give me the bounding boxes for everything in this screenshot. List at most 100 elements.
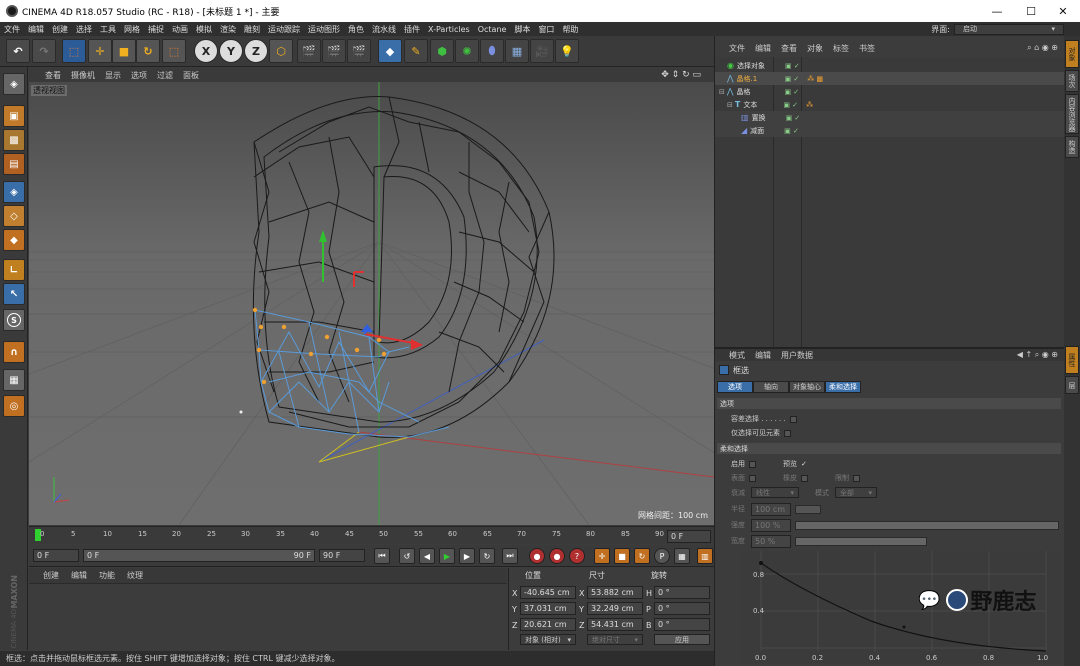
viewport-menu-options[interactable]: 选项 bbox=[126, 70, 152, 81]
material-menu-edit[interactable]: 编辑 bbox=[65, 570, 93, 581]
om-menu-bookmarks[interactable]: 书签 bbox=[854, 43, 880, 54]
grid-snap-button[interactable]: ▦ bbox=[3, 369, 25, 391]
radius-field[interactable]: 100 cm bbox=[751, 503, 791, 516]
tab-objects[interactable]: 对象 bbox=[1065, 40, 1079, 68]
tolerant-checkbox[interactable] bbox=[789, 415, 797, 423]
tolerant-select-row[interactable]: 容差选择 . . . . . . bbox=[731, 414, 797, 424]
material-tag-icon[interactable]: ⁂ ▩ bbox=[807, 75, 823, 83]
object-row[interactable]: ⊟ T 文本 ▣ ✓ ⁂ bbox=[715, 98, 1065, 111]
prev-frame-button[interactable]: ◀ bbox=[419, 548, 435, 564]
object-row[interactable]: ◉ 选择对象 ▣ ✓ bbox=[715, 59, 1065, 72]
surface-row[interactable]: 表面 bbox=[731, 473, 756, 483]
tweak-button[interactable]: ↖ bbox=[3, 283, 25, 305]
menu-snap[interactable]: 捕捉 bbox=[144, 24, 168, 35]
tab-soft-selection[interactable]: 柔和选择 bbox=[825, 381, 861, 393]
undo-button[interactable]: ↶ bbox=[6, 39, 30, 63]
rot-h-field[interactable]: 0 ° bbox=[654, 586, 710, 599]
tab-options[interactable]: 选项 bbox=[717, 381, 753, 393]
rot-b-field[interactable]: 0 ° bbox=[654, 618, 710, 631]
menu-edit[interactable]: 编辑 bbox=[24, 24, 48, 35]
only-visible-row[interactable]: 仅选择可见元素 bbox=[731, 428, 791, 438]
x-axis-button[interactable]: X bbox=[194, 39, 218, 63]
tab-content-browser[interactable]: 内容浏览器 bbox=[1065, 94, 1079, 134]
camera-button[interactable]: 🎥 bbox=[530, 39, 554, 63]
section-options[interactable]: 选项 bbox=[717, 398, 1061, 409]
om-menu-tags[interactable]: 标签 bbox=[828, 43, 854, 54]
om-menu-edit[interactable]: 编辑 bbox=[750, 43, 776, 54]
edit-render-settings-button[interactable]: 🎬 bbox=[347, 39, 371, 63]
section-soft-selection[interactable]: 柔和选择 bbox=[717, 443, 1061, 454]
end-frame-field[interactable]: 90 F bbox=[319, 549, 365, 562]
apply-button[interactable]: 应用 bbox=[654, 634, 710, 645]
size-x-field[interactable]: 53.882 cm bbox=[587, 586, 643, 599]
expand-icon[interactable]: ⊟ bbox=[727, 101, 733, 109]
mode-select[interactable]: 全部 ▾ bbox=[835, 487, 877, 498]
cloner-button[interactable]: ✺ bbox=[455, 39, 479, 63]
material-menu-create[interactable]: 创建 bbox=[29, 570, 65, 581]
next-frame-button[interactable]: ▶ bbox=[459, 548, 475, 564]
move-button[interactable]: ✛ bbox=[88, 39, 112, 63]
visibility-check-icon[interactable]: ▣ ✓ bbox=[786, 114, 801, 122]
menu-character[interactable]: 角色 bbox=[344, 24, 368, 35]
viewport-menu-display[interactable]: 显示 bbox=[100, 70, 126, 81]
menu-file[interactable]: 文件 bbox=[0, 24, 24, 35]
goto-start-button[interactable]: ⏮ bbox=[374, 548, 390, 564]
attr-nav-icons[interactable]: ◀ ↑ ⌕ ◉ ⊕ bbox=[1012, 350, 1063, 360]
start-frame-field[interactable]: 0 F bbox=[33, 549, 79, 562]
material-menu-texture[interactable]: 纹理 bbox=[121, 570, 149, 581]
strength-slider[interactable] bbox=[795, 521, 1059, 530]
menu-create[interactable]: 创建 bbox=[48, 24, 72, 35]
attr-menu-edit[interactable]: 编辑 bbox=[750, 350, 776, 361]
om-menu-file[interactable]: 文件 bbox=[715, 43, 750, 54]
axis-mode-button[interactable]: ∟ bbox=[3, 259, 25, 281]
layout-select[interactable]: 启动 ▾ bbox=[954, 23, 1064, 35]
visibility-check-icon[interactable]: ▣ ✓ bbox=[785, 62, 800, 70]
surface-checkbox[interactable] bbox=[749, 474, 756, 482]
menu-pipeline[interactable]: 流水线 bbox=[368, 24, 400, 35]
pos-x-field[interactable]: -40.645 cm bbox=[520, 586, 576, 599]
rubber-row[interactable]: 橡皮 bbox=[783, 473, 808, 483]
om-menu-objects[interactable]: 对象 bbox=[802, 43, 828, 54]
key-rotation-button[interactable]: ↻ bbox=[634, 548, 650, 564]
menu-mograph[interactable]: 运动图形 bbox=[304, 24, 344, 35]
key-position-button[interactable]: ✛ bbox=[594, 548, 610, 564]
maximize-button[interactable]: ☐ bbox=[1014, 0, 1048, 22]
light-button[interactable]: 💡 bbox=[555, 39, 579, 63]
object-row[interactable]: ▥ 置换 ▣ ✓ bbox=[715, 111, 1065, 124]
rotate-button[interactable]: ↻ bbox=[136, 39, 160, 63]
tab-object-axis[interactable]: 对象轴心 bbox=[789, 381, 825, 393]
rot-p-field[interactable]: 0 ° bbox=[654, 602, 710, 615]
only-visible-checkbox[interactable] bbox=[784, 429, 791, 437]
next-key-button[interactable]: ↻ bbox=[479, 548, 495, 564]
range-slider[interactable]: 0 F 90 F bbox=[83, 549, 315, 562]
recent-tool-button[interactable]: ⬚ bbox=[162, 39, 186, 63]
play-button[interactable]: ▶ bbox=[439, 548, 455, 564]
coordinate-mode-select[interactable]: 对象 (相对) ▾ bbox=[520, 634, 576, 645]
object-row[interactable]: ⊟ ⋀ 晶格 ▣ ✓ bbox=[715, 85, 1065, 98]
live-select-button[interactable]: ⬚ bbox=[62, 39, 86, 63]
subdivision-button[interactable]: ⬢ bbox=[430, 39, 454, 63]
falloff-select[interactable]: 线性 ▾ bbox=[751, 487, 799, 498]
width-field[interactable]: 50 % bbox=[751, 535, 791, 548]
visibility-check-icon[interactable]: ▣ ✓ bbox=[783, 101, 798, 109]
menu-x-particles[interactable]: X-Particles bbox=[424, 25, 474, 34]
size-mode-select[interactable]: 绝对尺寸 ▾ bbox=[587, 634, 643, 645]
pos-z-field[interactable]: 20.621 cm bbox=[520, 618, 576, 631]
om-search-icon[interactable]: ⌕ ⌂ ◉ ⊕ bbox=[1022, 43, 1063, 53]
preview-checkbox[interactable]: ✓ bbox=[801, 460, 807, 468]
edges-mode-button[interactable]: ◇ bbox=[3, 205, 25, 227]
visibility-check-icon[interactable]: ▣ ✓ bbox=[784, 88, 799, 96]
make-editable-button[interactable]: ◈ bbox=[3, 73, 25, 95]
minimize-button[interactable]: — bbox=[980, 0, 1014, 22]
material-menu-function[interactable]: 功能 bbox=[93, 570, 121, 581]
polygons-mode-button[interactable]: ◆ bbox=[3, 229, 25, 251]
tab-axis[interactable]: 轴向 bbox=[753, 381, 789, 393]
prev-key-button[interactable]: ↺ bbox=[399, 548, 415, 564]
viewport-menu-panel[interactable]: 面板 bbox=[178, 70, 204, 81]
tab-attributes[interactable]: 属性 bbox=[1065, 346, 1079, 374]
render-view-button[interactable]: 🎬 bbox=[297, 39, 321, 63]
timeline-window-button[interactable]: ▥ bbox=[697, 548, 713, 564]
object-row[interactable]: ◢ 减面 ▣ ✓ bbox=[715, 124, 1065, 137]
rubber-checkbox[interactable] bbox=[801, 474, 808, 482]
menu-help[interactable]: 帮助 bbox=[558, 24, 582, 35]
